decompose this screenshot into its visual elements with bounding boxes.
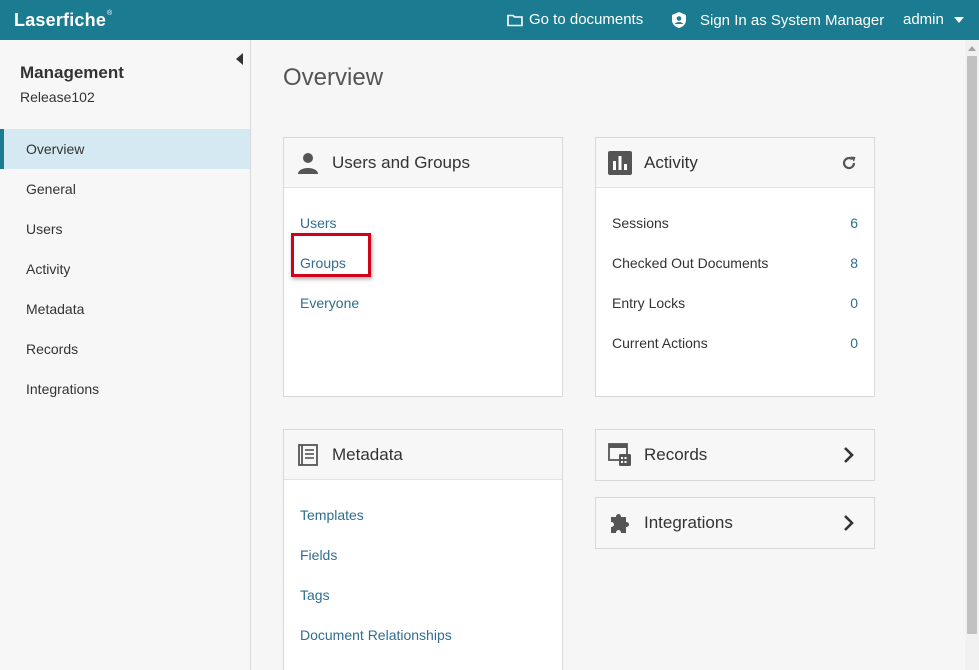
sidebar-item-records[interactable]: Records — [0, 329, 250, 369]
sessions-label: Sessions — [612, 215, 669, 231]
logo-trademark: ® — [107, 10, 113, 17]
metadata-title: Metadata — [332, 445, 403, 464]
integrations-header[interactable]: Integrations — [596, 498, 874, 548]
list-icon — [296, 443, 320, 467]
logo-text: Laserfiche — [14, 10, 107, 30]
records-title: Records — [644, 445, 708, 464]
sidebar: Management Release102 Overview General U… — [0, 40, 251, 670]
everyone-link[interactable]: Everyone — [300, 295, 359, 311]
activity-title: Activity — [644, 153, 698, 172]
repository-name: Release102 — [20, 89, 95, 105]
activity-card: Activity Sessions 6 Checked Out Document… — [595, 137, 875, 397]
sidebar-item-metadata[interactable]: Metadata — [0, 289, 250, 329]
scroll-up-arrow-icon[interactable] — [968, 46, 976, 51]
sign-in-system-manager-link[interactable]: Sign In as System Manager — [670, 11, 884, 29]
go-to-documents-link[interactable]: Go to documents — [507, 11, 643, 28]
shield-user-icon — [670, 11, 688, 29]
sign-in-system-manager-label: Sign In as System Manager — [700, 11, 885, 29]
metadata-header: Metadata — [284, 430, 562, 480]
sidebar-item-users[interactable]: Users — [0, 209, 250, 249]
page-title: Overview — [283, 64, 384, 91]
groups-link[interactable]: Groups — [300, 255, 346, 271]
sidebar-item-integrations[interactable]: Integrations — [0, 369, 250, 409]
sidebar-item-overview[interactable]: Overview — [0, 129, 250, 169]
user-icon — [296, 151, 320, 175]
users-and-groups-header: Users and Groups — [284, 138, 562, 188]
users-and-groups-card: Users and Groups Users Groups Everyone — [283, 137, 563, 397]
sidebar-title: Management — [20, 63, 124, 82]
users-and-groups-title: Users and Groups — [332, 153, 470, 172]
integrations-title: Integrations — [644, 513, 733, 532]
scrollbar-thumb[interactable] — [967, 56, 977, 634]
current-actions-label: Current Actions — [612, 335, 708, 351]
user-name: admin — [903, 11, 944, 28]
go-to-documents-label: Go to documents — [529, 11, 644, 28]
users-link[interactable]: Users — [300, 215, 337, 231]
records-icon — [608, 443, 632, 467]
checked-out-documents-label: Checked Out Documents — [612, 255, 769, 271]
fields-link[interactable]: Fields — [300, 547, 337, 563]
records-card[interactable]: Records — [595, 429, 875, 481]
collapse-sidebar-icon[interactable] — [236, 52, 244, 65]
refresh-icon[interactable] — [840, 154, 858, 172]
checked-out-documents-count[interactable]: 8 — [850, 255, 858, 271]
vertical-scrollbar[interactable] — [965, 40, 979, 670]
main-content: Overview Users and Groups Users Groups E… — [251, 40, 965, 670]
caret-down-icon — [953, 16, 964, 23]
user-menu[interactable]: admin — [903, 11, 964, 28]
chevron-right-icon[interactable] — [840, 446, 858, 464]
document-relationships-link[interactable]: Document Relationships — [300, 627, 452, 643]
chevron-right-icon[interactable] — [840, 514, 858, 532]
laserfiche-logo[interactable]: Laserfiche® — [14, 10, 112, 31]
folder-icon — [507, 13, 523, 27]
current-actions-count[interactable]: 0 — [850, 335, 858, 351]
entry-locks-count[interactable]: 0 — [850, 295, 858, 311]
activity-header: Activity — [596, 138, 874, 188]
sidebar-item-general[interactable]: General — [0, 169, 250, 209]
templates-link[interactable]: Templates — [300, 507, 364, 523]
sidebar-item-activity[interactable]: Activity — [0, 249, 250, 289]
sidebar-nav: Overview General Users Activity Metadata… — [0, 129, 250, 409]
top-bar: Laserfiche® Go to documents Sign In as S… — [0, 0, 979, 40]
records-header[interactable]: Records — [596, 430, 874, 480]
integrations-card[interactable]: Integrations — [595, 497, 875, 549]
bar-chart-icon — [608, 151, 632, 175]
entry-locks-label: Entry Locks — [612, 295, 686, 311]
tags-link[interactable]: Tags — [300, 587, 330, 603]
puzzle-icon — [608, 511, 632, 535]
sessions-count[interactable]: 6 — [850, 215, 858, 231]
metadata-card: Metadata Templates Fields Tags Document … — [283, 429, 563, 670]
